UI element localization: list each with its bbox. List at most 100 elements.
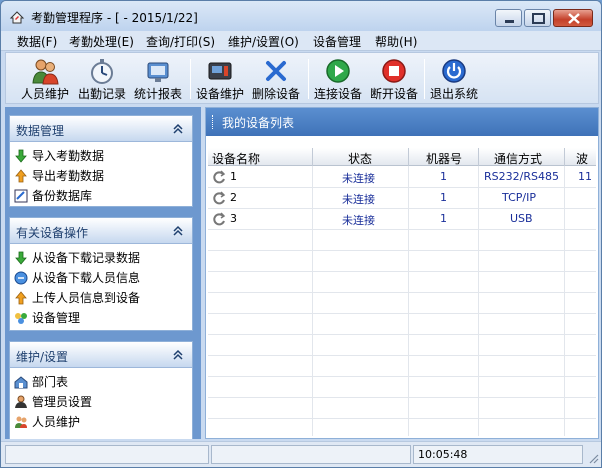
grip-icon bbox=[212, 115, 215, 129]
connect-device-button[interactable]: 连接设备 bbox=[312, 57, 364, 103]
column-comm-mode[interactable]: 通信方式 bbox=[494, 150, 542, 167]
download-staff-label: 从设备下载人员信息 bbox=[32, 271, 141, 285]
data-management-panel: 数据管理 导入考勤数据 导出考勤数据 备份数据库 bbox=[9, 115, 193, 207]
arrow-down-green-icon bbox=[15, 149, 27, 163]
delete-device-button[interactable]: 删除设备 bbox=[250, 57, 302, 103]
import-data-item[interactable]: 导入考勤数据 bbox=[10, 146, 192, 166]
staff-button[interactable]: 人员维护 bbox=[20, 57, 70, 103]
menu-maintenance[interactable]: 维护/设置(O) bbox=[228, 33, 299, 50]
panel-title: 维护/设置 bbox=[16, 350, 69, 364]
refresh-icon bbox=[213, 170, 226, 184]
arrow-down-green-icon bbox=[15, 251, 27, 265]
comm-mode-cell: RS232/RS485 bbox=[484, 170, 559, 183]
report-button[interactable]: 统计报表 bbox=[132, 57, 184, 103]
arrow-up-orange-icon bbox=[15, 291, 27, 305]
download-records-label: 从设备下载记录数据 bbox=[32, 251, 141, 265]
export-data-label: 导出考勤数据 bbox=[32, 169, 105, 183]
device-operations-header[interactable]: 有关设备操作 bbox=[10, 218, 192, 244]
status-cell: 未连接 bbox=[342, 214, 375, 227]
report-icon bbox=[147, 62, 169, 82]
collapse-chevron-icon[interactable] bbox=[172, 349, 184, 361]
attendance-record-label: 出勤记录 bbox=[77, 87, 126, 101]
backup-database-item[interactable]: 备份数据库 bbox=[10, 186, 192, 206]
table-row bbox=[208, 251, 596, 272]
close-button[interactable] bbox=[553, 9, 593, 27]
column-status[interactable]: 状态 bbox=[348, 150, 372, 167]
admin-user-icon bbox=[15, 395, 27, 408]
minimize-button[interactable] bbox=[495, 9, 522, 27]
collapse-chevron-icon[interactable] bbox=[172, 123, 184, 135]
device-group-icon bbox=[15, 313, 27, 324]
machine-id-cell: 1 bbox=[440, 170, 447, 183]
menu-help[interactable]: 帮助(H) bbox=[375, 33, 417, 50]
app-window: 考勤管理程序 - [ - 2015/1/22] 数据(F) 考勤处理(E) 查询… bbox=[0, 0, 602, 468]
disconnect-device-button[interactable]: 断开设备 bbox=[368, 57, 420, 103]
table-row[interactable]: 1 未连接 1 RS232/RS485 11 bbox=[208, 167, 596, 188]
device-management-item[interactable]: 设备管理 bbox=[10, 308, 192, 328]
table-row[interactable]: 2 未连接 1 TCP/IP bbox=[208, 188, 596, 209]
table-row bbox=[208, 293, 596, 314]
status-time: 10:05:48 bbox=[413, 445, 583, 464]
status-cell: 未连接 bbox=[342, 172, 375, 185]
device-management-label: 设备管理 bbox=[32, 311, 81, 325]
department-label: 部门表 bbox=[32, 375, 69, 389]
table-row bbox=[208, 356, 596, 377]
download-staff-item[interactable]: 从设备下载人员信息 bbox=[10, 268, 192, 288]
data-management-header[interactable]: 数据管理 bbox=[10, 116, 192, 142]
grid-header: 设备名称 状态 机器号 通信方式 波 bbox=[208, 148, 596, 166]
resize-grip-icon[interactable] bbox=[587, 452, 599, 464]
device-icon bbox=[208, 62, 232, 80]
people-icon bbox=[32, 59, 59, 85]
machine-id-cell: 1 bbox=[440, 212, 447, 225]
device-list-panel: 我的设备列表 设备名称 状态 机器号 通信方式 波 1 未连接 1 RS232/… bbox=[205, 107, 599, 439]
collapse-chevron-icon[interactable] bbox=[172, 225, 184, 237]
toolbar-separator bbox=[424, 59, 425, 99]
backup-database-label: 备份数据库 bbox=[32, 189, 93, 203]
sidebar: 数据管理 导入考勤数据 导出考勤数据 备份数据库 有关设备操作 从设备下载记录数… bbox=[5, 107, 201, 439]
menu-bar: 数据(F) 考勤处理(E) 查询/打印(S) 维护/设置(O) 设备管理 帮助(… bbox=[1, 31, 601, 51]
download-records-item[interactable]: 从设备下载记录数据 bbox=[10, 248, 192, 268]
toolbar-separator bbox=[190, 59, 191, 99]
disconnect-device-label: 断开设备 bbox=[369, 87, 418, 101]
panel-title: 数据管理 bbox=[16, 124, 65, 138]
upload-staff-item[interactable]: 上传人员信息到设备 bbox=[10, 288, 192, 308]
admin-settings-item[interactable]: 管理员设置 bbox=[10, 392, 192, 412]
maintenance-header[interactable]: 维护/设置 bbox=[10, 342, 192, 368]
title-bar: 考勤管理程序 - [ - 2015/1/22] bbox=[1, 1, 601, 31]
attendance-record-button[interactable]: 出勤记录 bbox=[76, 57, 128, 103]
status-cell-left bbox=[5, 445, 209, 464]
machine-id-cell: 1 bbox=[440, 191, 447, 204]
device-name-cell: 2 bbox=[230, 191, 237, 204]
export-data-item[interactable]: 导出考勤数据 bbox=[10, 166, 192, 186]
table-row bbox=[208, 272, 596, 293]
menu-attendance[interactable]: 考勤处理(E) bbox=[69, 33, 134, 50]
device-maintenance-button[interactable]: 设备维护 bbox=[194, 57, 246, 103]
staff-maintenance-item[interactable]: 人员维护 bbox=[10, 412, 192, 432]
status-cell-middle bbox=[211, 445, 411, 464]
info-globe-icon bbox=[14, 271, 28, 285]
status-cell: 未连接 bbox=[342, 193, 375, 206]
table-row bbox=[208, 377, 596, 398]
power-icon bbox=[442, 59, 466, 83]
column-separator bbox=[408, 148, 409, 166]
column-machine-id[interactable]: 机器号 bbox=[426, 150, 462, 167]
exit-label: 退出系统 bbox=[429, 87, 478, 101]
menu-device[interactable]: 设备管理 bbox=[313, 33, 361, 50]
arrow-up-orange-icon bbox=[15, 169, 27, 183]
backup-icon bbox=[14, 189, 28, 203]
menu-data[interactable]: 数据(F) bbox=[17, 33, 57, 50]
report-label: 统计报表 bbox=[133, 87, 182, 101]
exit-button[interactable]: 退出系统 bbox=[428, 57, 480, 103]
column-separator bbox=[564, 148, 565, 166]
department-item[interactable]: 部门表 bbox=[10, 372, 192, 392]
baud-cell: 11 bbox=[578, 170, 592, 183]
device-maintenance-label: 设备维护 bbox=[195, 87, 244, 101]
table-row bbox=[208, 314, 596, 335]
table-row[interactable]: 3 未连接 1 USB bbox=[208, 209, 596, 230]
menu-query-print[interactable]: 查询/打印(S) bbox=[146, 33, 215, 50]
column-device-name[interactable]: 设备名称 bbox=[212, 150, 260, 167]
column-baud[interactable]: 波 bbox=[576, 150, 588, 167]
import-data-label: 导入考勤数据 bbox=[32, 149, 105, 163]
maximize-button[interactable] bbox=[524, 9, 551, 27]
stopwatch-icon bbox=[91, 59, 113, 84]
